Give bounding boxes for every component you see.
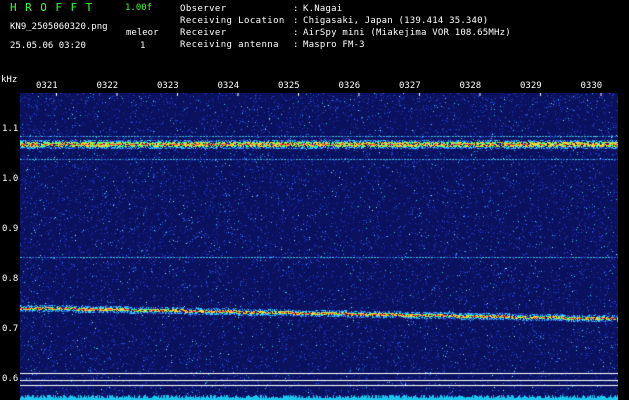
app-title: HROFFT [10, 1, 101, 14]
mode-label: meleor [126, 28, 159, 38]
count-label: 1 [140, 41, 146, 51]
time-tick-label: 0327 [399, 81, 421, 91]
location-label: Receiving Location [180, 16, 285, 26]
time-tick-label: 0325 [278, 81, 300, 91]
time-tick-label: 0329 [520, 81, 542, 91]
y-unit-label: kHz [1, 75, 18, 85]
separator: : [293, 16, 299, 26]
filename-label: KN9_2505060320.png [10, 22, 108, 32]
receiver-label: Receiver [180, 28, 227, 38]
location-value: Chigasaki, Japan (139.414 35.340) [303, 16, 489, 26]
frequency-tick-label: 0.8 [2, 274, 19, 284]
separator: : [293, 4, 299, 14]
observer-value: K.Nagai [303, 4, 343, 14]
station-info: Observer : K.Nagai Receiving Location : … [180, 3, 511, 51]
location-row: Receiving Location : Chigasaki, Japan (1… [180, 15, 511, 27]
time-tick-label: 0321 [36, 81, 58, 91]
time-tick-label: 0322 [96, 81, 119, 91]
time-tick-label: 0330 [580, 81, 603, 91]
frequency-tick-label: 0.6 [2, 374, 19, 384]
time-tick-label: 0324 [217, 81, 240, 91]
spectrogram-canvas [20, 93, 618, 400]
frequency-tick-label: 0.7 [2, 324, 19, 334]
antenna-label: Receiving antenna [180, 40, 279, 50]
time-tick-label: 0328 [459, 81, 482, 91]
time-axis: 0321 0322 0323 0324 0325 0326 0327 0328 0329 0330 [20, 80, 618, 93]
frequency-tick-label: 0.9 [2, 224, 19, 234]
receiver-row: Receiver : AirSpy mini (Miakejima VOR 10… [180, 27, 511, 39]
version-label: 1.00f [125, 3, 153, 13]
observer-label: Observer [180, 4, 227, 14]
frequency-tick-label: 1.0 [2, 174, 19, 184]
antenna-value: Maspro FM-3 [303, 40, 365, 50]
timestamp-label: 25.05.06 03:20 [10, 41, 86, 51]
frequency-tick-label: 1.1 [2, 124, 19, 134]
separator: : [293, 28, 299, 38]
time-tick-label: 0326 [338, 81, 361, 91]
observer-row: Observer : K.Nagai [180, 3, 511, 15]
separator: : [293, 40, 299, 50]
time-tick-label: 0323 [157, 81, 179, 91]
receiver-value: AirSpy mini (Miakejima VOR 108.65MHz) [303, 28, 511, 38]
antenna-row: Receiving antenna : Maspro FM-3 [180, 39, 511, 51]
